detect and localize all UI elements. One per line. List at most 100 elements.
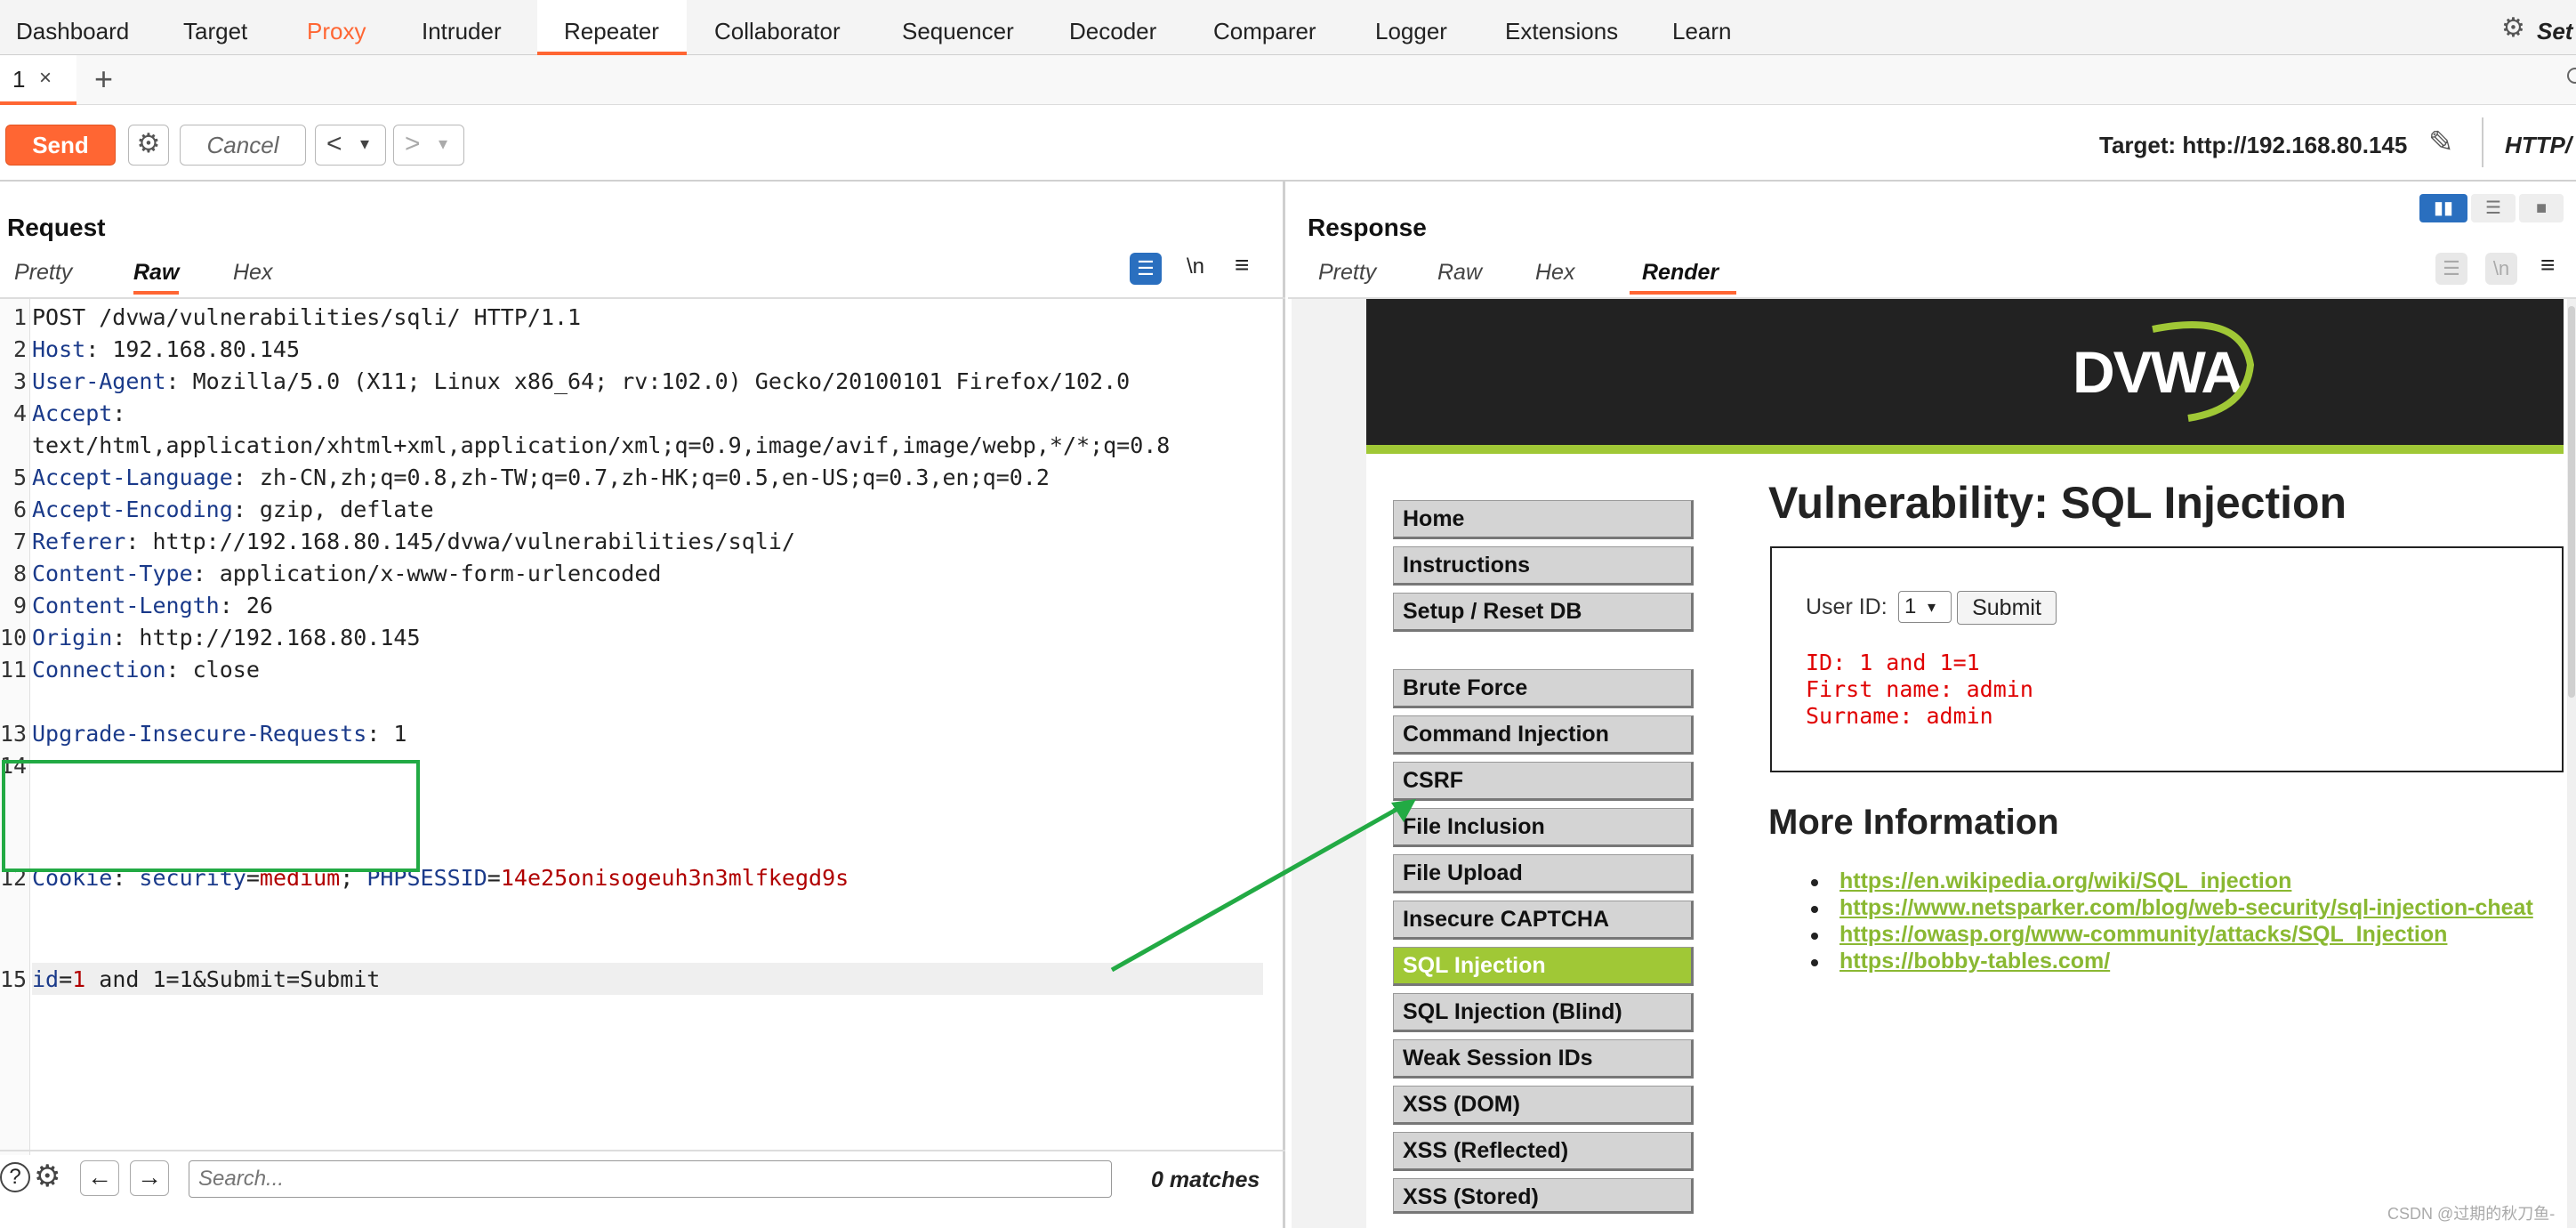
search-prev-button[interactable]: ← (80, 1160, 119, 1196)
gear-icon[interactable]: ⚙ (2501, 12, 2525, 44)
nav-setup-reset-db[interactable]: Setup / Reset DB (1393, 593, 1694, 632)
nav-instructions[interactable]: Instructions (1393, 546, 1694, 586)
tab-raw[interactable]: Raw (1437, 260, 1482, 286)
tab-extensions[interactable]: Extensions (1505, 0, 1618, 55)
tab-logger[interactable]: Logger (1375, 0, 1447, 55)
nav-xss-stored[interactable]: XSS (Stored) (1393, 1178, 1694, 1214)
tab-hex[interactable]: Hex (233, 260, 272, 286)
newline-toggle[interactable]: \n (1187, 254, 1204, 279)
search-icon[interactable] (2567, 68, 2576, 84)
nav-sql-injection[interactable]: SQL Injection (1393, 947, 1694, 986)
header-key: Content-Length (32, 593, 220, 618)
code-line: Accept-Language: zh-CN,zh;q=0.8,zh-TW;q=… (32, 465, 1050, 490)
cookie-eq: = (487, 865, 501, 891)
header-value: text/html,application/xhtml+xml,applicat… (32, 432, 1171, 458)
dvwa-header (1366, 299, 2564, 450)
line-number: 11 (0, 657, 28, 683)
split-vertical-layout-icon[interactable]: ☰ (2471, 194, 2516, 222)
link-netsparker[interactable]: https://www.netsparker.com/blog/web-secu… (1839, 895, 2533, 921)
nav-brute-force[interactable]: Brute Force (1393, 669, 1694, 708)
subtab-1[interactable]: 1 × (0, 55, 76, 105)
user-id-select[interactable]: 1 ▾ (1898, 591, 1952, 623)
nav-xss-reflected[interactable]: XSS (Reflected) (1393, 1132, 1694, 1171)
send-button[interactable]: Send (5, 125, 116, 166)
tab-sequencer[interactable]: Sequencer (902, 0, 1014, 55)
submit-button[interactable]: Submit (1957, 591, 2057, 625)
forward-button[interactable]: > ▾ (393, 125, 464, 166)
repeater-subtab-bar: 1 × + (0, 55, 2576, 105)
repeater-toolbar: Send ⚙ Cancel < ▾ > ▾ Target: http://192… (0, 105, 2576, 182)
menu-icon[interactable]: ≡ (1235, 251, 1249, 279)
tab-dashboard[interactable]: Dashboard (16, 0, 129, 55)
tab-decoder[interactable]: Decoder (1069, 0, 1156, 55)
edit-pencil-icon[interactable]: ✎ (2428, 125, 2454, 160)
tab-proxy[interactable]: Proxy (307, 0, 366, 55)
nav-sql-injection-blind[interactable]: SQL Injection (Blind) (1393, 993, 1694, 1032)
gear-icon[interactable]: ⚙ (128, 125, 169, 166)
nav-csrf[interactable]: CSRF (1393, 762, 1694, 801)
line-number: 9 (12, 593, 27, 618)
line-number: 15 (0, 966, 28, 992)
result-surname: Surname: admin (1806, 703, 1993, 729)
link-wikipedia[interactable]: https://en.wikipedia.org/wiki/SQL_inject… (1839, 868, 2291, 894)
chevron-down-icon[interactable]: ▾ (439, 125, 447, 163)
tab-intruder[interactable]: Intruder (422, 0, 502, 55)
line-number: 7 (12, 529, 27, 554)
back-button[interactable]: < ▾ (315, 125, 386, 166)
tab-hex[interactable]: Hex (1535, 260, 1574, 286)
add-tab-icon[interactable]: + (94, 61, 113, 98)
tab-target[interactable]: Target (183, 0, 247, 55)
split-horizontal-layout-icon[interactable]: ▮▮ (2419, 194, 2467, 222)
tab-learn[interactable]: Learn (1672, 0, 1732, 55)
header-key: Accept-Language (32, 465, 233, 490)
wrap-lines-icon[interactable]: ☰ (2435, 253, 2467, 285)
search-input[interactable] (189, 1160, 1112, 1198)
nav-file-inclusion[interactable]: File Inclusion (1393, 808, 1694, 847)
newline-toggle[interactable]: \n (2485, 253, 2517, 285)
header-value: : http://192.168.80.145/dvwa/vulnerabili… (125, 529, 795, 554)
tab-collaborator[interactable]: Collaborator (714, 0, 841, 55)
chevron-left-icon: < (326, 129, 342, 158)
nav-xss-dom[interactable]: XSS (DOM) (1393, 1086, 1694, 1125)
gear-icon[interactable]: ⚙ (34, 1159, 60, 1194)
single-pane-layout-icon[interactable]: ■ (2519, 194, 2564, 222)
user-id-label: User ID: (1806, 594, 1888, 619)
http-version-label[interactable]: HTTP/ (2505, 132, 2572, 159)
nav-home[interactable]: Home (1393, 500, 1694, 539)
tab-raw[interactable]: Raw (133, 260, 180, 295)
nav-insecure-captcha[interactable]: Insecure CAPTCHA (1393, 901, 1694, 940)
code-line: Upgrade-Insecure-Requests: 1 (32, 721, 407, 747)
line-number: 3 (12, 368, 27, 394)
header-key: Connection (32, 657, 166, 683)
cookie-value: 14e25onisogeuh3n3mlfkegd9s (500, 865, 849, 891)
header-value: POST /dvwa/vulnerabilities/sqli/ HTTP/1.… (32, 304, 582, 330)
request-editor[interactable]: 1 POST /dvwa/vulnerabilities/sqli/ HTTP/1… (0, 299, 1285, 1153)
target-label: Target: http://192.168.80.145 (2099, 132, 2408, 158)
more-info-heading: More Information (1768, 803, 2059, 842)
cancel-button[interactable]: Cancel (180, 125, 306, 166)
menu-icon[interactable]: ≡ (2540, 251, 2555, 279)
tab-pretty[interactable]: Pretty (1318, 260, 1376, 286)
settings-label[interactable]: Set (2537, 18, 2572, 45)
tab-render[interactable]: Render (1630, 260, 1736, 295)
scrollbar-thumb[interactable] (2568, 306, 2575, 698)
code-line: Accept: (32, 400, 125, 426)
param-name: id (32, 966, 60, 992)
help-icon[interactable]: ? (0, 1162, 30, 1192)
line-number: 2 (12, 336, 27, 362)
link-owasp[interactable]: https://owasp.org/www-community/attacks/… (1839, 922, 2447, 948)
nav-file-upload[interactable]: File Upload (1393, 854, 1694, 893)
close-icon[interactable]: × (39, 66, 52, 91)
wrap-lines-icon[interactable]: ☰ (1130, 253, 1162, 285)
header-value: : gzip, deflate (232, 497, 434, 522)
nav-weak-session-ids[interactable]: Weak Session IDs (1393, 1039, 1694, 1079)
nav-command-injection[interactable]: Command Injection (1393, 715, 1694, 755)
tab-pretty[interactable]: Pretty (14, 260, 72, 286)
tab-repeater[interactable]: Repeater (537, 0, 687, 55)
code-line: Host: 192.168.80.145 (32, 336, 300, 362)
link-bobby-tables[interactable]: https://bobby-tables.com/ (1839, 949, 2110, 974)
chevron-down-icon[interactable]: ▾ (360, 125, 369, 163)
tab-comparer[interactable]: Comparer (1213, 0, 1316, 55)
sqli-result: ID: 1 and 1=1 First name: admin Surname:… (1806, 650, 2033, 730)
search-next-button[interactable]: → (130, 1160, 169, 1196)
